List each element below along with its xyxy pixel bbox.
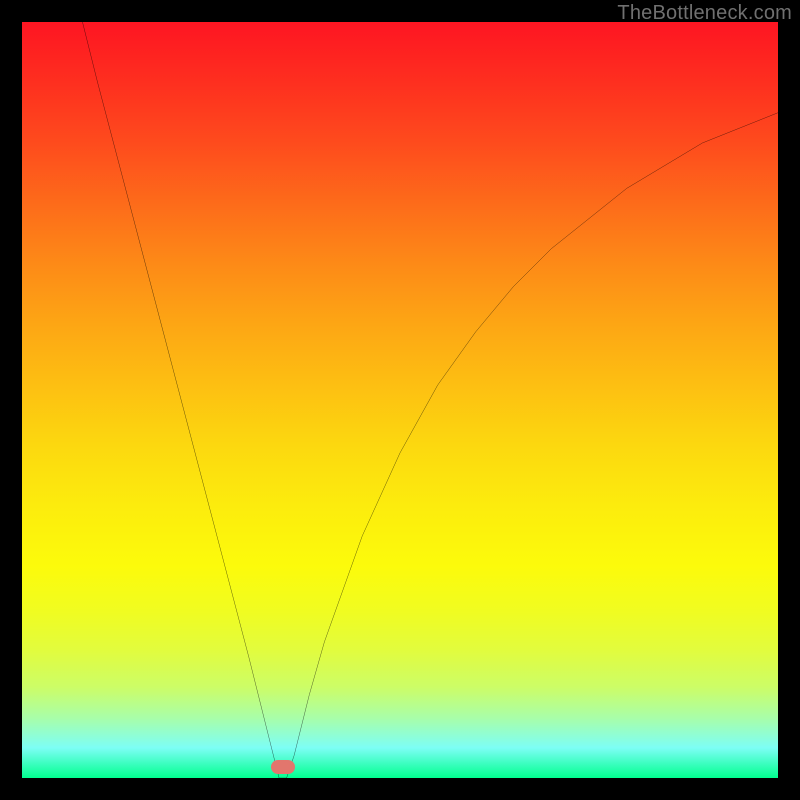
- watermark-text: TheBottleneck.com: [617, 2, 792, 25]
- optimal-point-marker: [271, 760, 295, 774]
- bottleneck-curve: [22, 22, 778, 778]
- chart-plot-area: [22, 22, 778, 778]
